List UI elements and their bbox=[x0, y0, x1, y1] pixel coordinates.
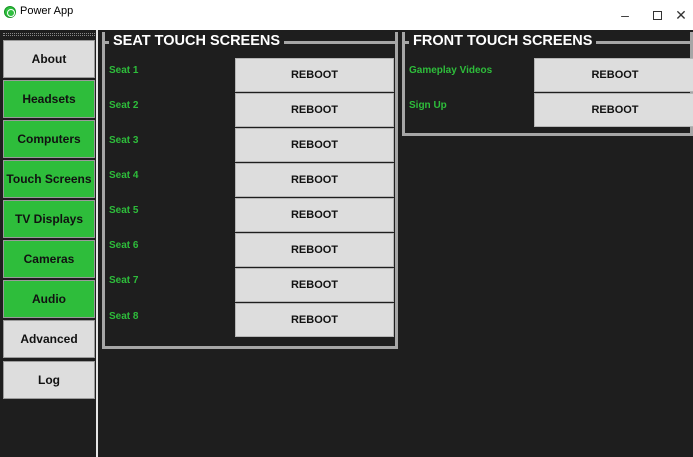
maximize-icon bbox=[652, 10, 662, 20]
sidebar-item-touch-screens[interactable]: Touch Screens bbox=[3, 160, 95, 198]
seat-label: Seat 8 bbox=[109, 311, 139, 322]
reboot-seat-1-button[interactable]: REBOOT bbox=[235, 58, 394, 92]
reboot-seat-5-button[interactable]: REBOOT bbox=[235, 198, 394, 232]
reboot-seat-7-button[interactable]: REBOOT bbox=[235, 268, 394, 302]
reboot-seat-2-button[interactable]: REBOOT bbox=[235, 93, 394, 127]
seat-label: Seat 5 bbox=[109, 205, 139, 216]
reboot-gameplay-videos-button[interactable]: REBOOT bbox=[534, 58, 693, 92]
sidebar-grip bbox=[3, 33, 95, 36]
main-panel: SEAT TOUCH SCREENS Seat 1 REBOOT Seat 2 … bbox=[98, 30, 693, 457]
sidebar-item-computers[interactable]: Computers bbox=[3, 120, 95, 158]
window-title: Power App bbox=[20, 5, 74, 17]
reboot-seat-4-button[interactable]: REBOOT bbox=[235, 163, 394, 197]
reboot-seat-3-button[interactable]: REBOOT bbox=[235, 128, 394, 162]
group-title: SEAT TOUCH SCREENS bbox=[109, 32, 285, 50]
sidebar-item-audio[interactable]: Audio bbox=[3, 280, 95, 318]
close-button[interactable]: ✕ bbox=[669, 0, 693, 30]
sidebar: About Headsets Computers Touch Screens T… bbox=[0, 30, 98, 457]
seat-label: Seat 7 bbox=[109, 275, 139, 286]
sidebar-item-cameras[interactable]: Cameras bbox=[3, 240, 95, 278]
seat-label: Seat 1 bbox=[109, 65, 139, 76]
seat-label: Seat 2 bbox=[109, 100, 139, 111]
seat-label: Seat 6 bbox=[109, 240, 139, 251]
seat-label: Seat 3 bbox=[109, 135, 139, 146]
sidebar-item-log[interactable]: Log bbox=[3, 361, 95, 399]
sidebar-item-advanced[interactable]: Advanced bbox=[3, 320, 95, 358]
title-bar: Power App – ✕ bbox=[0, 0, 693, 30]
front-screen-label: Gameplay Videos bbox=[409, 65, 493, 76]
power-icon bbox=[4, 6, 16, 18]
front-screen-label: Sign Up bbox=[409, 100, 447, 111]
seat-label: Seat 4 bbox=[109, 170, 139, 181]
sidebar-item-tv-displays[interactable]: TV Displays bbox=[3, 200, 95, 238]
sidebar-item-headsets[interactable]: Headsets bbox=[3, 80, 95, 118]
sidebar-item-about[interactable]: About bbox=[3, 40, 95, 78]
reboot-sign-up-button[interactable]: REBOOT bbox=[534, 93, 693, 127]
reboot-seat-8-button[interactable]: REBOOT bbox=[235, 303, 394, 337]
seat-touch-screens-group: SEAT TOUCH SCREENS Seat 1 REBOOT Seat 2 … bbox=[102, 32, 398, 349]
reboot-seat-6-button[interactable]: REBOOT bbox=[235, 233, 394, 267]
front-touch-screens-group: FRONT TOUCH SCREENS Gameplay Videos REBO… bbox=[402, 32, 693, 136]
group-title: FRONT TOUCH SCREENS bbox=[409, 32, 597, 50]
